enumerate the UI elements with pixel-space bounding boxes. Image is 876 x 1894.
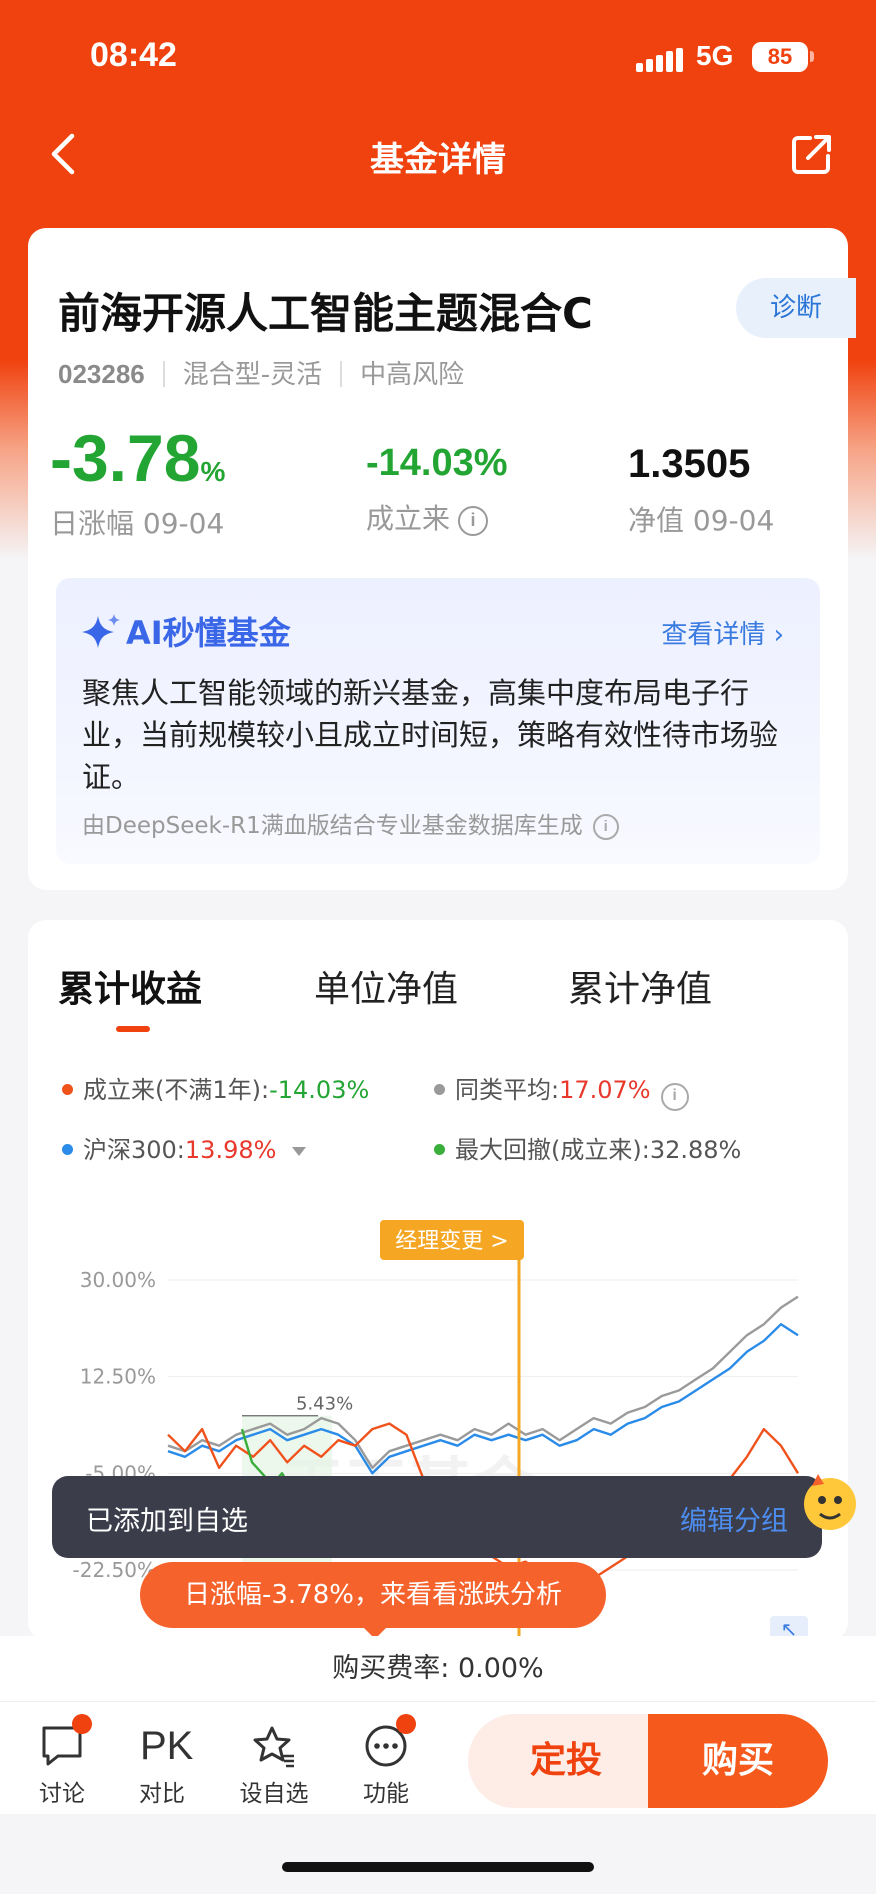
legend-index-value: 13.98% xyxy=(184,1136,277,1164)
since-inception-value: -14.03% xyxy=(366,442,508,484)
bottom-action-bar: 讨论 PK 对比 设自选 功能 定投 购买 xyxy=(0,1702,876,1814)
functions-button[interactable]: 功能 xyxy=(346,1714,426,1808)
legend-peer-value: 17.07% xyxy=(559,1076,651,1104)
battery-icon: 85 xyxy=(752,42,808,72)
legend-peer: 同类平均:17.07% i xyxy=(434,1070,689,1111)
discuss-button[interactable]: 讨论 xyxy=(22,1714,102,1808)
network-type: 5G xyxy=(696,40,734,71)
fund-summary-card: 前海开源人工智能主题混合C 诊断 023286 混合型-灵活 中高风险 -3.78%… xyxy=(28,228,856,890)
status-time: 08:42 xyxy=(90,36,177,74)
active-tab-indicator xyxy=(116,1026,150,1032)
ai-title-text: AI秒懂基金 xyxy=(126,614,291,652)
auto-invest-button[interactable]: 定投 xyxy=(468,1714,664,1808)
stat-nav: 1.3505 净值 09-04 xyxy=(628,442,774,539)
compare-button[interactable]: PK 对比 xyxy=(122,1724,202,1808)
daily-change-unit: % xyxy=(200,456,226,487)
more-icon xyxy=(364,1714,416,1768)
fund-meta: 023286 混合型-灵活 中高风险 xyxy=(58,354,464,391)
share-icon[interactable] xyxy=(790,132,834,176)
watchlist-button[interactable]: 设自选 xyxy=(234,1724,314,1808)
fund-name: 前海开源人工智能主题混合C xyxy=(58,289,593,338)
fund-code: 023286 xyxy=(58,359,145,389)
info-icon[interactable]: i xyxy=(660,1083,689,1111)
legend-fund-label: 成立来(不满1年): xyxy=(83,1076,270,1104)
legend-peer-label: 同类平均: xyxy=(455,1076,560,1104)
notification-badge xyxy=(72,1714,92,1734)
fund-risk: 中高风险 xyxy=(360,360,465,390)
diagnose-button[interactable]: 诊断 xyxy=(736,278,856,338)
home-indicator xyxy=(282,1862,594,1872)
notification-badge xyxy=(396,1714,416,1734)
toast-message: 已添加到自选 xyxy=(86,1506,248,1537)
tab-cumulative-nav[interactable]: 累计净值 xyxy=(568,960,712,1012)
signal-icon xyxy=(636,48,683,72)
purchase-fee: 购买费率: 0.00% xyxy=(0,1636,876,1702)
nav-label: 净值 09-04 xyxy=(628,504,775,537)
tab-cumulative-return[interactable]: 累计收益 xyxy=(58,960,202,1012)
nav-bar: 基金详情 xyxy=(0,120,876,190)
legend-drawdown: 最大回撤(成立来):32.88% xyxy=(434,1130,741,1165)
legend-drawdown-label: 最大回撤(成立来): xyxy=(455,1136,650,1164)
ai-source-note: 由DeepSeek-R1满血版结合专业基金数据库生成 i xyxy=(82,806,619,840)
tab-unit-nav[interactable]: 单位净值 xyxy=(314,960,458,1012)
nav-value: 1.3505 xyxy=(628,442,751,486)
pk-icon: PK xyxy=(140,1724,194,1768)
buy-button[interactable]: 购买 xyxy=(648,1714,828,1808)
daily-change-label: 日涨幅 09-04 xyxy=(50,507,225,540)
ai-title: AI秒懂基金 xyxy=(82,608,291,654)
manager-change-label: 经理变更 > xyxy=(395,1229,508,1254)
info-icon[interactable]: i xyxy=(458,506,489,536)
stat-since-inception: -14.03% 成立来 i xyxy=(366,442,508,537)
discuss-label: 讨论 xyxy=(39,1781,85,1807)
stat-daily-change: -3.78% 日涨幅 09-04 xyxy=(50,420,225,542)
y-tick-label: 12.50% xyxy=(80,1365,156,1389)
legend-fund-value: -14.03% xyxy=(269,1076,370,1104)
page-title: 基金详情 xyxy=(370,140,506,180)
functions-label: 功能 xyxy=(363,1781,409,1807)
battery-tip xyxy=(810,51,814,62)
legend-index-label: 沪深300: xyxy=(83,1136,185,1164)
sparkle-icon xyxy=(82,614,120,648)
mascot-icon[interactable] xyxy=(790,1464,860,1544)
compare-label: 对比 xyxy=(139,1781,185,1807)
toast: 已添加到自选 编辑分组 xyxy=(52,1476,822,1558)
star-list-icon xyxy=(252,1724,296,1768)
peak-label: 5.43% xyxy=(296,1394,353,1415)
watchlist-label: 设自选 xyxy=(239,1781,309,1807)
ai-more-link[interactable]: 查看详情 › xyxy=(661,614,784,651)
dropdown-icon[interactable] xyxy=(292,1147,307,1156)
info-icon[interactable]: i xyxy=(592,814,619,840)
daily-change-value: -3.78 xyxy=(50,421,201,495)
chat-icon xyxy=(40,1714,92,1768)
since-inception-label: 成立来 xyxy=(366,502,451,535)
chart-tabs: 累计收益 单位净值 累计净值 xyxy=(58,960,818,1020)
ai-summary-box[interactable]: AI秒懂基金 查看详情 › 聚焦人工智能领域的新兴基金，高集中度布局电子行业，当… xyxy=(56,578,820,864)
edit-group-link[interactable]: 编辑分组 xyxy=(680,1499,788,1538)
status-bar: 08:42 5G 85 xyxy=(0,36,876,86)
legend-index[interactable]: 沪深300:13.98% xyxy=(62,1130,307,1165)
analysis-bubble[interactable]: 日涨幅-3.78%，来看看涨跌分析 xyxy=(140,1562,606,1628)
ai-summary-text: 聚焦人工智能领域的新兴基金，高集中度布局电子行业，当前规模较小且成立时间短，策略… xyxy=(82,676,779,794)
y-tick-label: 30.00% xyxy=(80,1268,156,1292)
fund-type: 混合型-灵活 xyxy=(182,360,323,390)
legend-drawdown-value: 32.88% xyxy=(649,1136,742,1164)
legend-fund: 成立来(不满1年):-14.03% xyxy=(62,1070,369,1105)
ai-source-text: 由DeepSeek-R1满血版结合专业基金数据库生成 xyxy=(82,813,583,839)
